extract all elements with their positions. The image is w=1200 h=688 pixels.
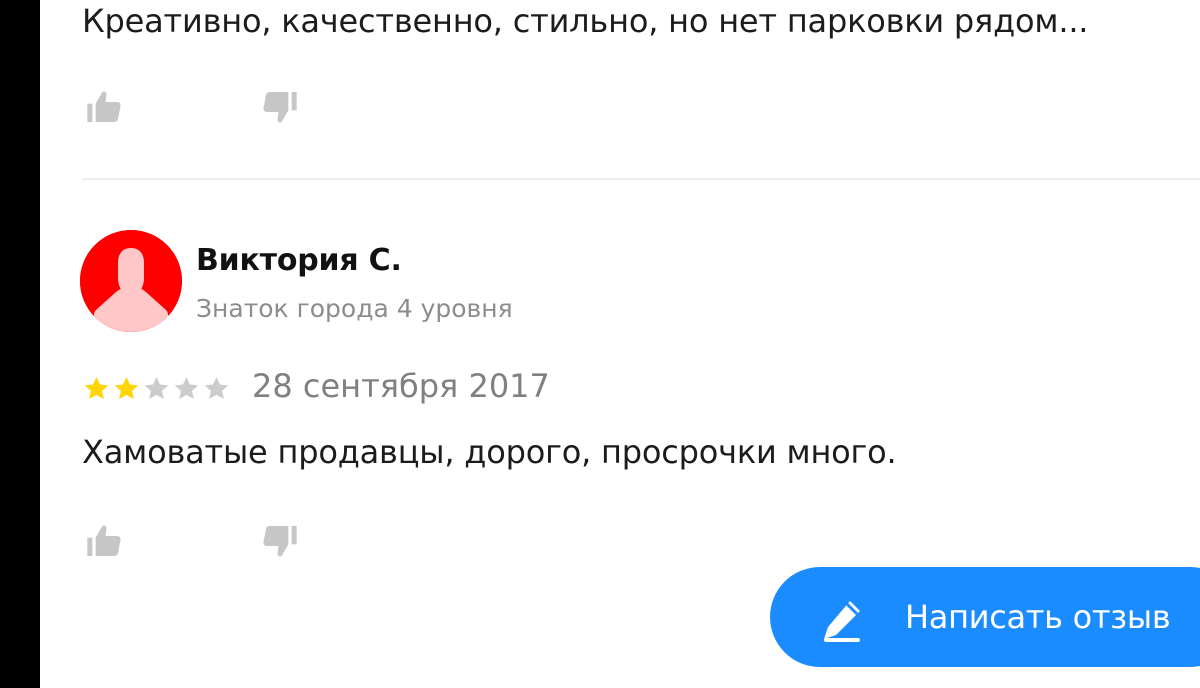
star-empty-icon: [144, 376, 169, 399]
author-level: Знаток города 4 уровня: [196, 294, 513, 323]
review-date: 28 сентября 2017: [252, 367, 550, 405]
thumbs-up-icon: [87, 525, 121, 556]
author-name[interactable]: Виктория С.: [196, 242, 402, 280]
like-button[interactable]: [82, 86, 126, 128]
pencil-icon: [816, 593, 868, 645]
star-rating: [82, 372, 232, 404]
review-text: Креативно, качественно, стильно, но нет …: [82, 2, 1089, 40]
thumbs-up-icon: [87, 91, 121, 122]
star-empty-icon: [174, 376, 199, 399]
person-silhouette-icon: [80, 230, 182, 332]
thumbs-down-icon: [263, 92, 297, 123]
star-filled-icon: [84, 376, 109, 399]
review-actions: [82, 86, 322, 128]
left-edge-bar: [0, 0, 40, 688]
review-actions: [82, 520, 322, 562]
review-text: Хамоватые продавцы, дорого, просрочки мн…: [82, 433, 897, 471]
like-button[interactable]: [82, 520, 126, 562]
review-divider: [82, 178, 1200, 180]
dislike-button[interactable]: [258, 86, 302, 128]
star-empty-icon: [204, 376, 229, 399]
star-filled-icon: [114, 376, 139, 399]
write-review-button[interactable]: Написать отзыв: [770, 567, 1200, 667]
avatar[interactable]: [80, 230, 182, 332]
review-card-2: Хамоватые продавцы, дорого, просрочки мн…: [82, 432, 1200, 572]
dislike-button[interactable]: [258, 520, 302, 562]
thumbs-down-icon: [263, 526, 297, 557]
review-card-1: Креативно, качественно, стильно, но нет …: [82, 0, 1200, 178]
write-review-label: Написать отзыв: [905, 598, 1171, 636]
